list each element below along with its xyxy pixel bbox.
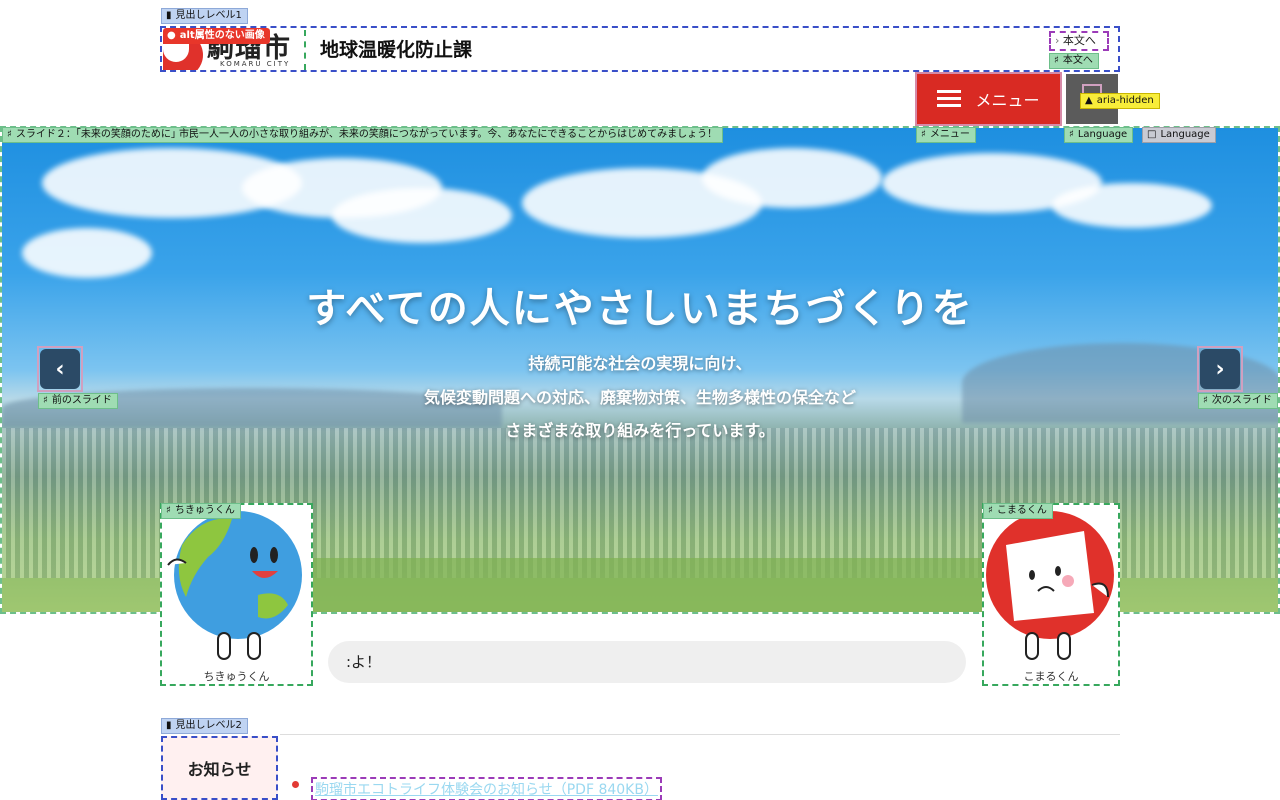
mascot-left-name: ちきゅうくん (203, 670, 270, 683)
accessibility-icon: ♯ (1054, 55, 1059, 66)
accessibility-icon: ♯ (7, 129, 12, 140)
warning-icon: ▲ (1085, 95, 1093, 106)
mascot-right-tag: ♯ こまるくん (983, 503, 1053, 519)
prev-slide-tag: ♯ 前のスライド (38, 393, 118, 409)
city-mascot-icon (986, 511, 1114, 660)
prev-slide-button[interactable]: ‹ (40, 349, 80, 389)
chevron-right-icon: › (1215, 356, 1225, 382)
news-item-link[interactable]: 駒瑠市エコトライフ体験会のお知らせ（PDF 840KB） (311, 777, 662, 800)
mascot-chikyu: ちきゅうくん (160, 503, 313, 686)
bookmark-icon: ▮ (166, 10, 172, 21)
mascot-left-tag: ♯ ちきゅうくん (161, 503, 241, 519)
site-title: 地球温暖化防止課 (320, 39, 473, 61)
chevron-left-icon: ‹ (55, 356, 65, 382)
menu-tag: ♯ メニュー (916, 127, 976, 143)
aria-hidden-tag: ▲ aria-hidden (1080, 93, 1160, 109)
error-icon: ● (167, 30, 176, 41)
slide-label-tag: ♯ スライド２：｢未来の笑顔のために｣ 市民一人一人の小さな取り組みが、未来の笑… (2, 127, 724, 143)
mascot-right-name: こまるくん (1023, 670, 1079, 683)
next-slide-tag: ♯ 次のスライド (1198, 393, 1278, 409)
accessibility-icon: ♯ (1069, 129, 1074, 140)
accessibility-icon: ♯ (1203, 395, 1208, 406)
accessibility-icon: ♯ (921, 129, 926, 140)
heading-level-2-tag: ▮ 見出しレベル2 (161, 718, 248, 734)
language-doc-tag: □ Language (1142, 127, 1216, 143)
chevron-right-icon: › (1055, 34, 1060, 47)
heading-level-1-tag: ▮ 見出しレベル1 (161, 8, 248, 24)
alt-missing-tag: ● alt属性のない画像 (163, 28, 270, 44)
bookmark-icon: ▮ (166, 720, 172, 731)
document-icon: □ (1147, 129, 1157, 140)
next-slide-button[interactable]: › (1200, 349, 1240, 389)
mascot-speech-bubble: :よ！ (328, 641, 966, 683)
language-tag: ♯ Language (1064, 127, 1134, 143)
section-divider (280, 734, 1120, 735)
menu-button-outline (915, 72, 1062, 126)
news-heading: お知らせ (161, 736, 278, 800)
accessibility-icon: ♯ (988, 505, 993, 516)
skip-link[interactable]: › 本文へ (1049, 31, 1109, 51)
accessibility-icon: ♯ (43, 395, 48, 406)
news-bullet-icon (292, 781, 299, 788)
accessibility-icon: ♯ (166, 505, 171, 516)
mascot-komaru: こまるくん (982, 503, 1120, 686)
skip-link-tag: ♯ 本文へ (1049, 53, 1099, 69)
earth-mascot-icon (167, 511, 302, 660)
